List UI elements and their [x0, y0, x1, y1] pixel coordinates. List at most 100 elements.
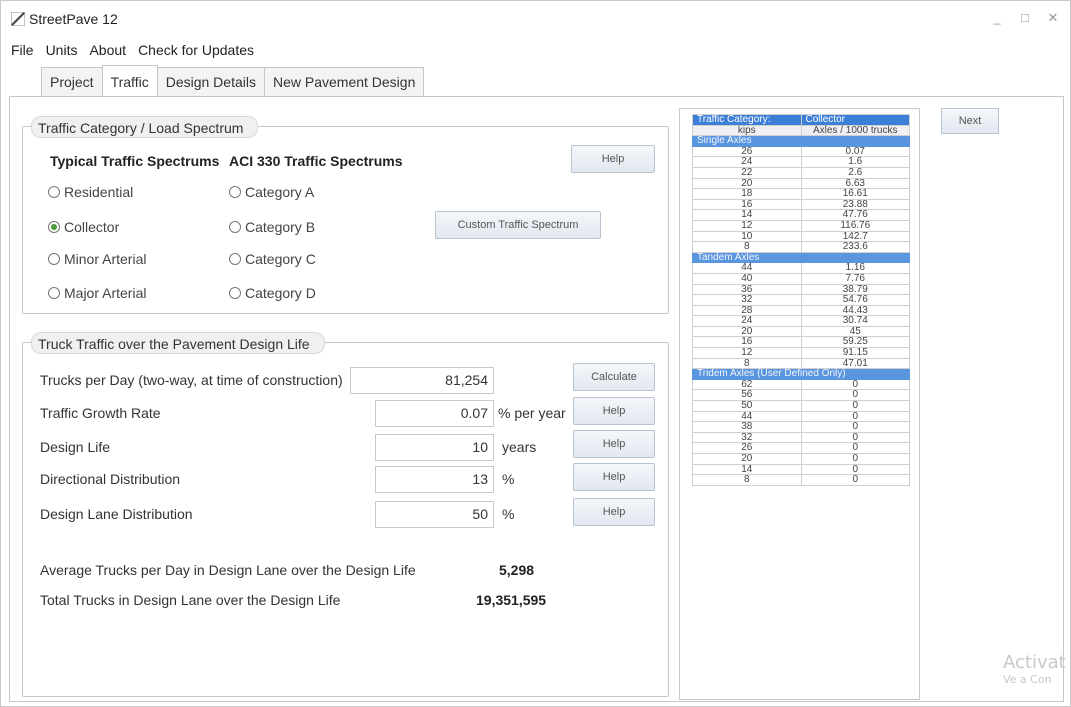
axles-cell: 0	[800, 463, 910, 476]
table-row: 16 59.25	[692, 336, 910, 349]
window-title: StreetPave 12	[29, 11, 118, 27]
kips-cell: 50	[692, 400, 802, 412]
axles-cell: 23.88	[800, 198, 910, 211]
kips-cell: 14	[692, 209, 802, 221]
tab-new-pavement-design[interactable]: New Pavement Design	[263, 67, 425, 96]
table-row: 24 1.6	[692, 156, 910, 168]
radio-button[interactable]	[48, 287, 60, 299]
kips-cell: 10	[692, 230, 802, 243]
traffic-growth-rate-unit: % per year	[498, 405, 566, 421]
radio-button[interactable]	[229, 186, 241, 198]
load-spectrum-panel: Traffic Category: Collector kips Axles /…	[679, 108, 920, 700]
truck-traffic-title: Truck Traffic over the Pavement Design L…	[31, 332, 325, 354]
table-row: 24 30.74	[692, 315, 910, 327]
column-header-row: kips Axles / 1000 trucks	[692, 124, 910, 137]
table-row: 32 54.76	[692, 294, 910, 306]
radio-label: Category B	[245, 219, 316, 235]
axles-cell: 0	[800, 431, 910, 444]
radio-button[interactable]	[229, 287, 241, 299]
table-row: 56 0	[692, 389, 910, 402]
radio-button[interactable]	[229, 221, 241, 233]
table-row: 16 23.88	[692, 198, 910, 211]
axles-cell: 16.61	[800, 188, 910, 200]
radio-label: Residential	[64, 184, 134, 200]
axles-cell: 0	[800, 453, 910, 465]
radio-category-c[interactable]: Category C	[229, 251, 316, 267]
table-row: 62 0	[692, 378, 910, 391]
kips-cell: 24	[692, 156, 802, 168]
axles-cell: 0	[800, 442, 910, 454]
next-button[interactable]: Next	[941, 108, 999, 134]
tab-project[interactable]: Project	[41, 67, 103, 96]
design-lane-distribution-input[interactable]: 50	[375, 501, 494, 528]
column-header-kips: kips	[692, 124, 802, 137]
kips-cell: 20	[692, 453, 802, 465]
radio-category-b[interactable]: Category B	[229, 219, 315, 235]
radio-button[interactable]	[229, 253, 241, 265]
design-lane-distribution-help-button[interactable]: Help	[573, 498, 655, 526]
radio-label: Category D	[245, 285, 316, 301]
axles-cell: 0	[800, 400, 910, 412]
menu-check-for-updates[interactable]: Check for Updates	[134, 39, 262, 63]
axles-cell: 54.76	[800, 294, 910, 306]
activation-watermark: Activat Ve a Con	[1003, 652, 1066, 686]
kips-cell: 28	[692, 304, 802, 317]
traffic-growth-rate-label: Traffic Growth Rate	[40, 405, 161, 421]
radio-button-selected[interactable]	[48, 221, 60, 233]
radio-minor-arterial[interactable]: Minor Arterial	[48, 251, 146, 267]
kips-cell: 12	[692, 219, 802, 232]
app-icon	[11, 12, 25, 26]
axles-cell: 7.76	[800, 272, 910, 285]
custom-traffic-spectrum-button[interactable]: Custom Traffic Spectrum	[435, 211, 601, 239]
radio-label: Category A	[245, 184, 315, 200]
kips-cell: 62	[692, 378, 802, 391]
maximize-icon[interactable]: □	[1018, 10, 1032, 26]
axles-cell: 0	[800, 421, 910, 433]
minimize-icon[interactable]: _	[990, 10, 1004, 26]
directional-distribution-input[interactable]: 13	[375, 466, 494, 493]
kips-cell: 32	[692, 431, 802, 444]
kips-cell: 32	[692, 294, 802, 306]
traffic-category-help-button[interactable]: Help	[571, 145, 655, 173]
radio-category-d[interactable]: Category D	[229, 285, 316, 301]
radio-category-a[interactable]: Category A	[229, 184, 314, 200]
title-bar: StreetPave 12 _ □ ✕	[1, 1, 1070, 37]
close-icon[interactable]: ✕	[1046, 10, 1060, 26]
kips-cell: 20	[692, 177, 802, 190]
table-row: 8 233.6	[692, 241, 910, 253]
table-row: 20 0	[692, 453, 910, 465]
tab-traffic[interactable]: Traffic	[101, 65, 158, 96]
column-header-axles: Axles / 1000 trucks	[800, 124, 910, 137]
radio-button[interactable]	[48, 253, 60, 265]
traffic-growth-rate-input[interactable]: 0.07	[375, 400, 494, 427]
directional-distribution-label: Directional Distribution	[40, 471, 181, 487]
total-trucks-value: 19,351,595	[476, 592, 547, 608]
design-life-input[interactable]: 10	[375, 434, 494, 461]
kips-cell: 8	[692, 241, 802, 253]
axles-cell: 30.74	[800, 315, 910, 327]
design-life-help-button[interactable]: Help	[573, 430, 655, 458]
table-row: 40 7.76	[692, 272, 910, 285]
radio-major-arterial[interactable]: Major Arterial	[48, 285, 146, 301]
radio-button[interactable]	[48, 186, 60, 198]
traffic-growth-rate-help-button[interactable]: Help	[573, 397, 655, 425]
trucks-per-day-input[interactable]: 81,254	[350, 367, 494, 394]
menu-file[interactable]: File	[7, 39, 42, 63]
tab-design-details[interactable]: Design Details	[156, 67, 265, 96]
kips-cell: 44	[692, 410, 802, 423]
kips-cell: 56	[692, 389, 802, 402]
calculate-button[interactable]: Calculate	[573, 363, 655, 391]
table-row: 14 0	[692, 463, 910, 476]
load-spectrum-table: Traffic Category: Collector kips Axles /…	[692, 114, 910, 486]
window-controls: _ □ ✕	[990, 10, 1060, 26]
axles-cell: 38.79	[800, 283, 910, 296]
menu-units[interactable]: Units	[42, 39, 86, 63]
axles-cell: 0	[800, 410, 910, 423]
radio-collector[interactable]: Collector	[48, 219, 119, 235]
total-trucks-label: Total Trucks in Design Lane over the Des…	[40, 592, 341, 608]
menu-about[interactable]: About	[85, 39, 134, 63]
table-row: 36 38.79	[692, 283, 910, 296]
table-row: 18 16.61	[692, 188, 910, 200]
radio-residential[interactable]: Residential	[48, 184, 133, 200]
directional-distribution-help-button[interactable]: Help	[573, 463, 655, 491]
